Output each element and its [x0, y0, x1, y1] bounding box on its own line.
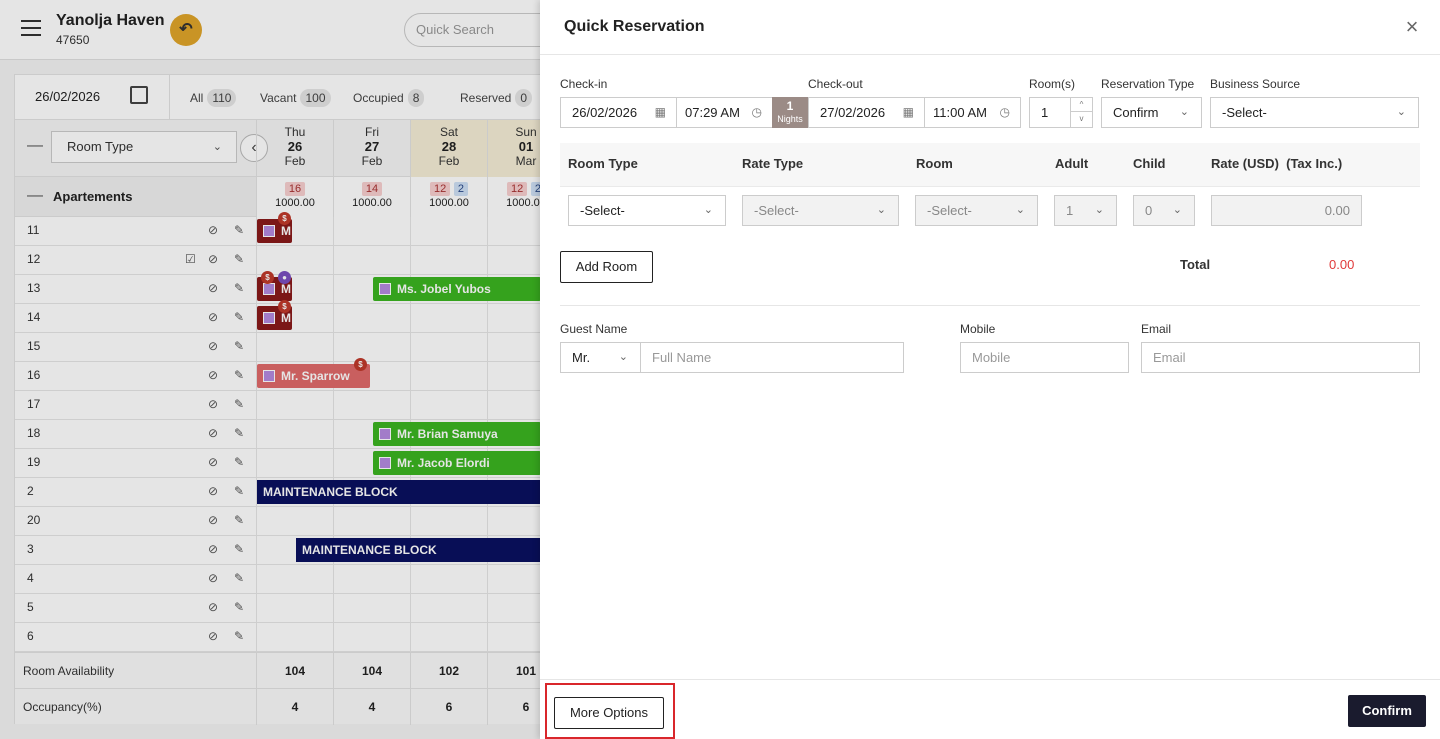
mobile-input[interactable]: Mobile — [960, 342, 1129, 373]
reservation-type-select[interactable]: Confirm ⌄ — [1101, 97, 1202, 128]
clock-icon: ◷ — [751, 105, 762, 119]
drawer-title: Quick Reservation — [564, 18, 705, 35]
quick-reservation-drawer: Quick Reservation × Check-in 26/02/2026 ▦… — [540, 0, 1440, 739]
email-label: Email — [1141, 322, 1172, 336]
rate-type-select[interactable]: -Select- ⌄ — [742, 195, 899, 226]
checkin-date-input[interactable]: 26/02/2026 ▦ — [560, 97, 677, 128]
chevron-down-icon: ⌄ — [1396, 106, 1406, 118]
confirm-button[interactable]: Confirm — [1348, 695, 1426, 727]
rooms-label: Room(s) — [1029, 77, 1076, 91]
salutation-select[interactable]: Mr. ⌄ — [560, 342, 641, 373]
more-options-button[interactable]: More Options — [554, 697, 664, 729]
full-name-input[interactable]: Full Name — [640, 342, 904, 373]
total-label: Total — [1180, 257, 1211, 272]
rooms-stepper[interactable]: 1 ^ v — [1029, 97, 1093, 128]
chevron-down-icon: ⌄ — [1172, 204, 1182, 216]
business-source-label: Business Source — [1210, 77, 1301, 91]
room-select[interactable]: -Select- ⌄ — [915, 195, 1038, 226]
reservation-type-label: Reservation Type — [1101, 77, 1195, 91]
room-table-header: Room Type Rate Type Room Adult Child Rat… — [560, 143, 1420, 187]
checkout-time-input[interactable]: 11:00 AM ◷ — [924, 97, 1021, 128]
col-adult: Adult — [1055, 156, 1089, 171]
checkin-time-input[interactable]: 07:29 AM ◷ — [676, 97, 773, 128]
col-child: Child — [1133, 156, 1166, 171]
adult-select[interactable]: 1 ⌄ — [1054, 195, 1117, 226]
chevron-down-icon: ⌄ — [1179, 106, 1189, 118]
nights-badge: 1 Nights — [772, 97, 808, 128]
business-source-select[interactable]: -Select- ⌄ — [1210, 97, 1419, 128]
close-icon[interactable]: × — [1402, 16, 1422, 38]
chevron-down-icon: ⌄ — [703, 204, 713, 216]
checkout-date-input[interactable]: 27/02/2026 ▦ — [808, 97, 925, 128]
drawer-footer: More Options Confirm — [540, 679, 1440, 739]
add-room-button[interactable]: Add Room — [560, 251, 653, 283]
guest-name-label: Guest Name — [560, 322, 628, 336]
stepper-arrows[interactable]: ^ v — [1070, 98, 1092, 127]
checkout-label: Check-out — [808, 77, 863, 91]
mobile-label: Mobile — [960, 322, 996, 336]
highlight-box: More Options — [545, 683, 675, 739]
modal-backdrop[interactable] — [0, 0, 540, 739]
chevron-down-icon: ⌄ — [876, 204, 886, 216]
increment-icon: ^ — [1071, 98, 1092, 112]
child-select[interactable]: 0 ⌄ — [1133, 195, 1195, 226]
chevron-down-icon: ⌄ — [618, 351, 628, 363]
col-rate: Rate (USD) (Tax Inc.) — [1211, 156, 1343, 171]
col-room: Room — [916, 156, 953, 171]
calendar-icon: ▦ — [654, 105, 666, 119]
chevron-down-icon: ⌄ — [1015, 204, 1025, 216]
clock-icon: ◷ — [999, 105, 1010, 119]
chevron-down-icon: ⌄ — [1094, 204, 1104, 216]
email-input[interactable]: Email — [1141, 342, 1420, 373]
total-value: 0.00 — [1329, 257, 1355, 272]
checkin-label: Check-in — [560, 77, 608, 91]
room-type-select[interactable]: -Select- ⌄ — [568, 195, 726, 226]
decrement-icon: v — [1079, 114, 1084, 123]
col-room-type: Room Type — [568, 156, 638, 171]
rate-input[interactable]: 0.00 — [1211, 195, 1362, 226]
col-rate-type: Rate Type — [742, 156, 804, 171]
calendar-icon: ▦ — [902, 105, 914, 119]
